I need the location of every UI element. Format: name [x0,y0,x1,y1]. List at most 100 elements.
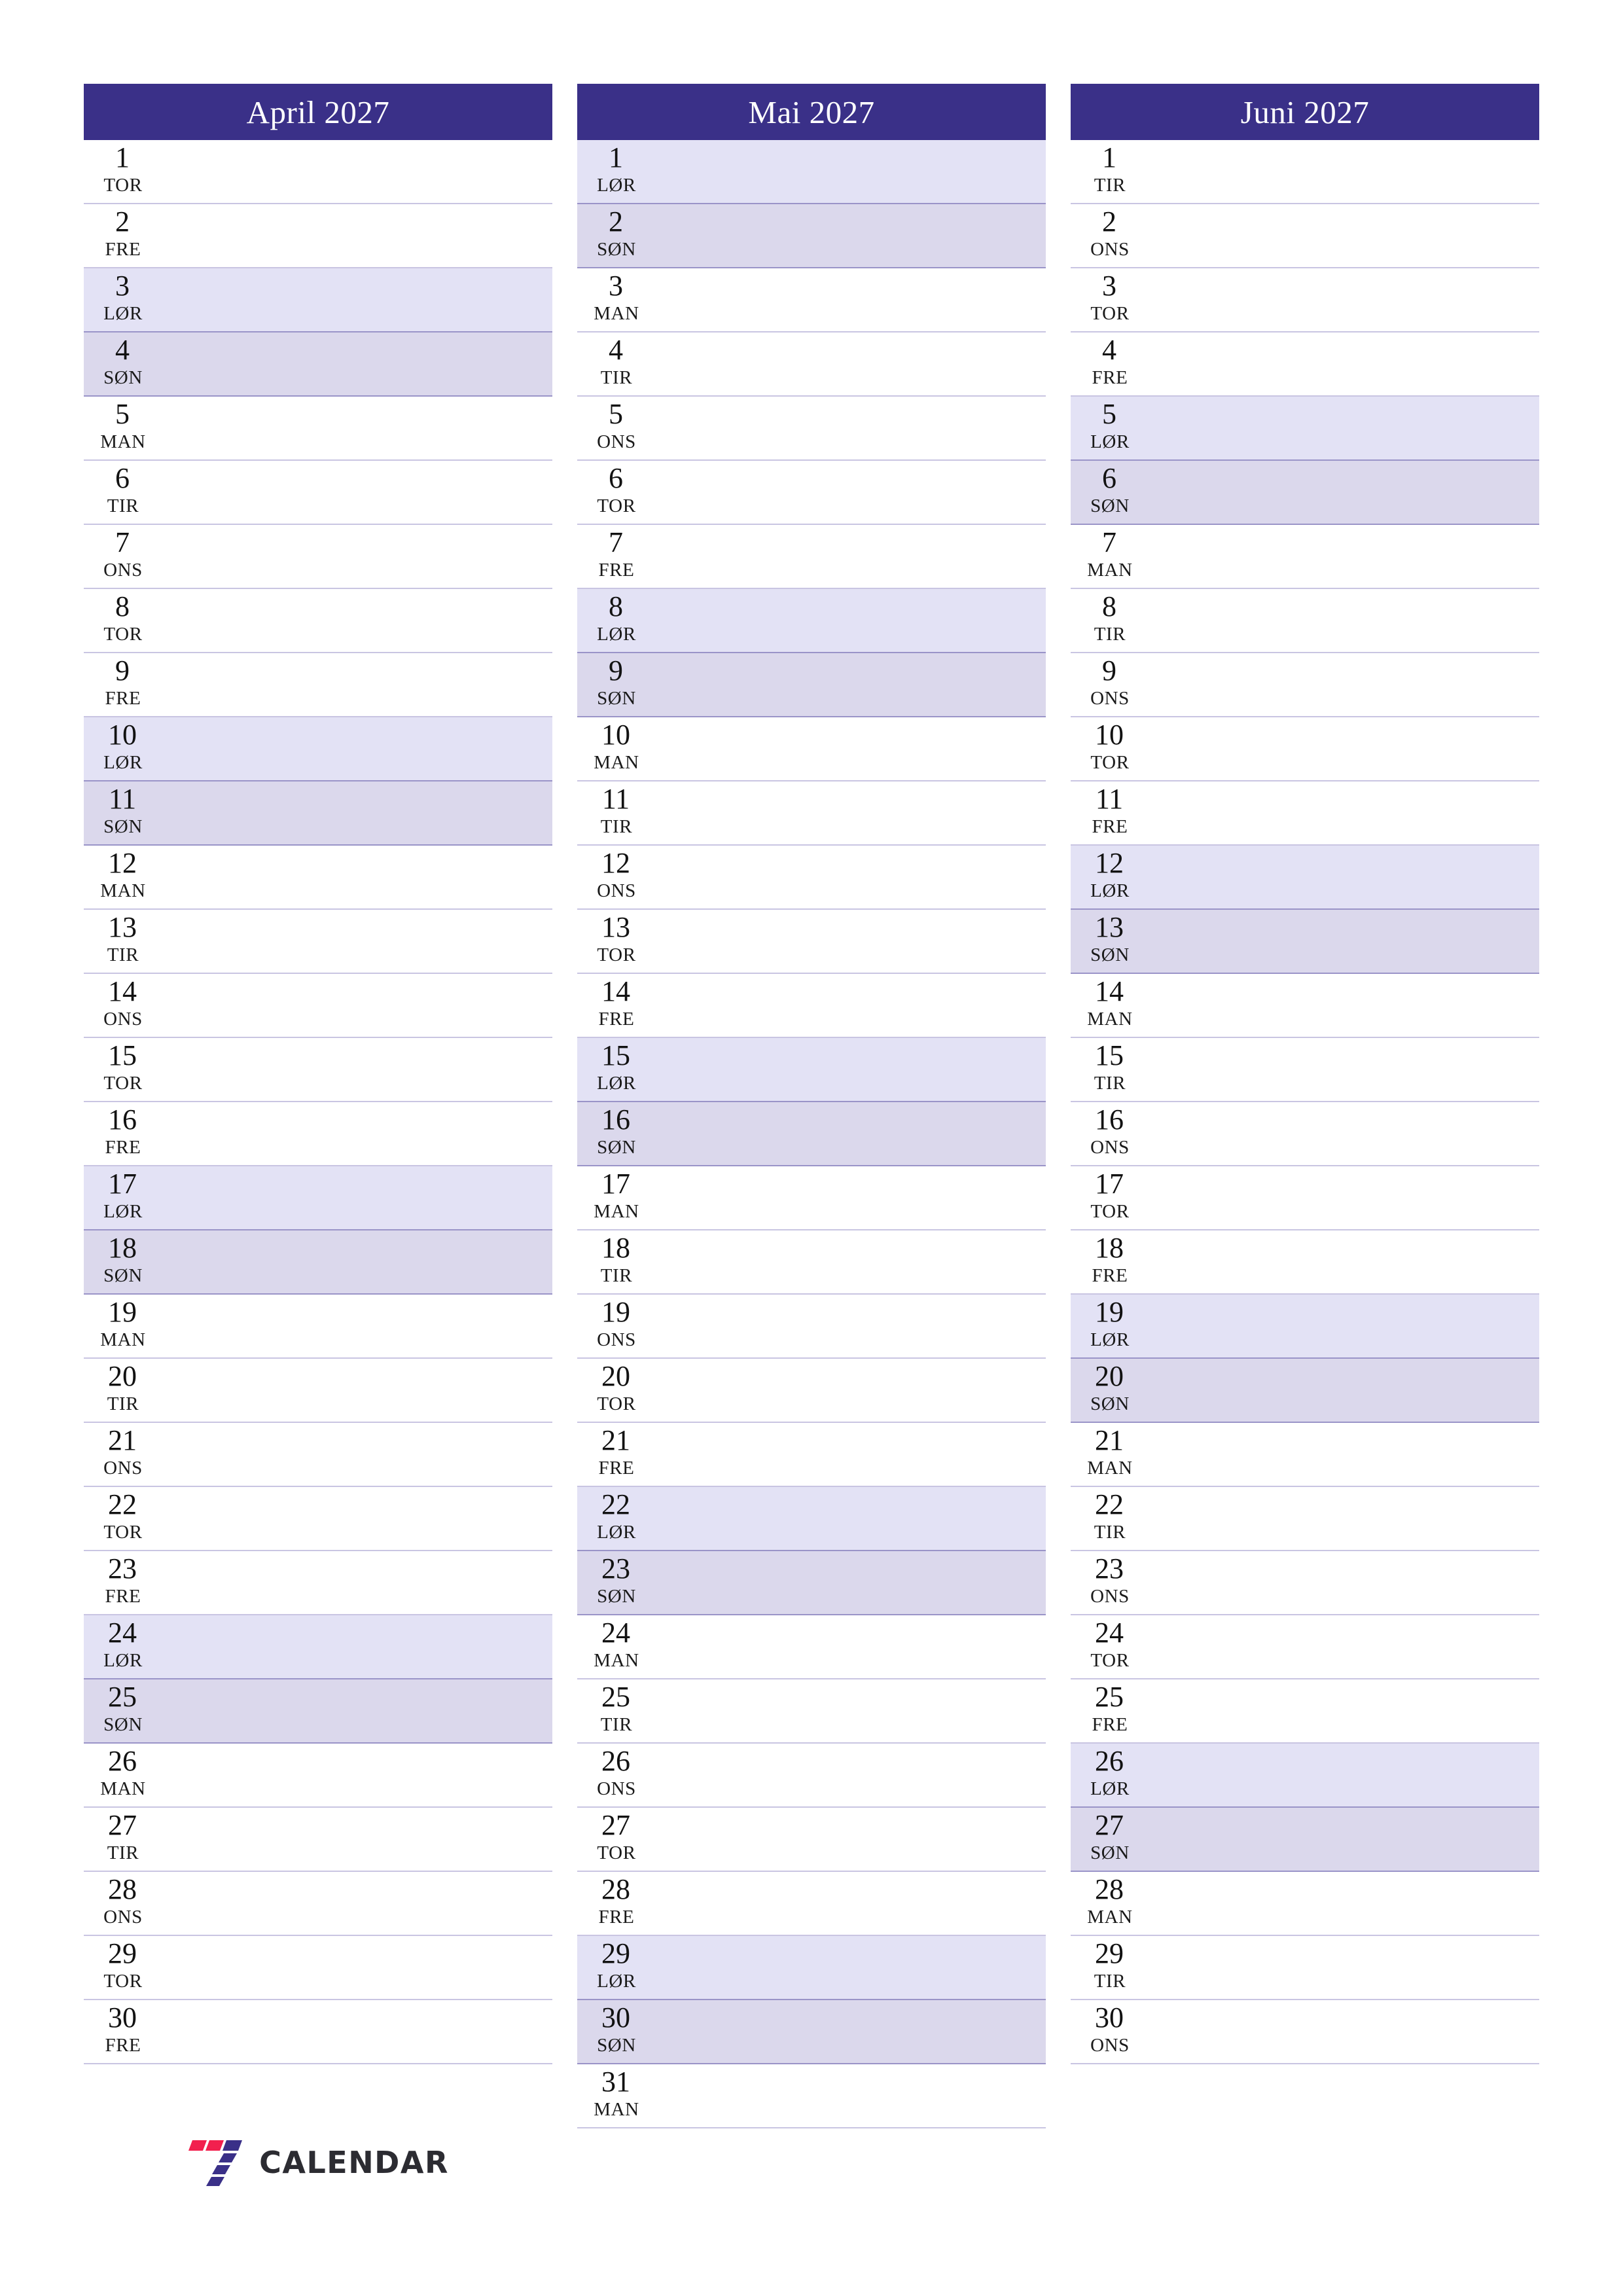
day-note-area[interactable] [1143,974,1539,1037]
day-note-area[interactable] [156,653,552,716]
day-note-area[interactable] [1143,268,1539,331]
day-note-area[interactable] [649,1102,1046,1165]
day-note-area[interactable] [156,140,552,203]
day-row[interactable]: 3 TOR [1071,268,1539,332]
day-note-area[interactable] [1143,1872,1539,1935]
day-row[interactable]: 14 MAN [1071,974,1539,1038]
day-row[interactable]: 28 FRE [577,1872,1046,1936]
day-note-area[interactable] [156,1423,552,1486]
day-row[interactable]: 12 LØR [1071,846,1539,910]
day-note-area[interactable] [649,846,1046,908]
day-row[interactable]: 4 FRE [1071,332,1539,397]
day-row[interactable]: 11 SØN [84,781,552,846]
day-row[interactable]: 20 TOR [577,1359,1046,1423]
day-row[interactable]: 28 ONS [84,1872,552,1936]
day-row[interactable]: 26 LØR [1071,1744,1539,1808]
day-row[interactable]: 16 ONS [1071,1102,1539,1166]
day-row[interactable]: 6 TOR [577,461,1046,525]
day-row[interactable]: 18 SØN [84,1230,552,1295]
day-note-area[interactable] [1143,1295,1539,1357]
day-row[interactable]: 23 FRE [84,1551,552,1615]
day-row[interactable]: 20 TIR [84,1359,552,1423]
day-row[interactable]: 7 ONS [84,525,552,589]
day-note-area[interactable] [156,525,552,588]
day-row[interactable]: 17 MAN [577,1166,1046,1230]
day-note-area[interactable] [156,2000,552,2063]
day-note-area[interactable] [156,1102,552,1165]
day-note-area[interactable] [649,2000,1046,2063]
day-row[interactable]: 9 ONS [1071,653,1539,717]
day-row[interactable]: 1 LØR [577,140,1046,204]
day-row[interactable]: 10 LØR [84,717,552,781]
day-row[interactable]: 30 SØN [577,2000,1046,2064]
day-note-area[interactable] [156,204,552,267]
day-note-area[interactable] [1143,397,1539,459]
day-row[interactable]: 28 MAN [1071,1872,1539,1936]
day-note-area[interactable] [649,717,1046,780]
day-row[interactable]: 9 FRE [84,653,552,717]
day-note-area[interactable] [649,1423,1046,1486]
day-note-area[interactable] [649,1230,1046,1293]
day-note-area[interactable] [1143,653,1539,716]
day-note-area[interactable] [649,204,1046,267]
day-row[interactable]: 29 LØR [577,1936,1046,2000]
day-row[interactable]: 10 MAN [577,717,1046,781]
day-row[interactable]: 26 MAN [84,1744,552,1808]
day-note-area[interactable] [1143,1102,1539,1165]
day-note-area[interactable] [1143,781,1539,844]
day-note-area[interactable] [649,1551,1046,1614]
day-note-area[interactable] [649,1038,1046,1101]
day-row[interactable]: 26 ONS [577,1744,1046,1808]
day-note-area[interactable] [1143,1615,1539,1678]
day-row[interactable]: 23 ONS [1071,1551,1539,1615]
day-note-area[interactable] [156,846,552,908]
day-row[interactable]: 16 SØN [577,1102,1046,1166]
day-note-area[interactable] [649,1487,1046,1550]
day-note-area[interactable] [1143,525,1539,588]
day-row[interactable]: 15 TOR [84,1038,552,1102]
day-row[interactable]: 21 FRE [577,1423,1046,1487]
day-note-area[interactable] [156,1487,552,1550]
day-note-area[interactable] [649,1936,1046,1999]
day-row[interactable]: 29 TIR [1071,1936,1539,2000]
day-row[interactable]: 29 TOR [84,1936,552,2000]
day-row[interactable]: 5 MAN [84,397,552,461]
day-row[interactable]: 8 LØR [577,589,1046,653]
day-row[interactable]: 6 TIR [84,461,552,525]
day-note-area[interactable] [649,1872,1046,1935]
day-row[interactable]: 2 FRE [84,204,552,268]
day-note-area[interactable] [1143,1038,1539,1101]
day-note-area[interactable] [1143,846,1539,908]
day-note-area[interactable] [649,397,1046,459]
day-note-area[interactable] [1143,1551,1539,1614]
day-row[interactable]: 22 TOR [84,1487,552,1551]
day-note-area[interactable] [649,1166,1046,1229]
day-note-area[interactable] [156,1295,552,1357]
day-note-area[interactable] [649,332,1046,395]
day-note-area[interactable] [1143,1359,1539,1422]
day-row[interactable]: 17 TOR [1071,1166,1539,1230]
day-note-area[interactable] [156,717,552,780]
day-row[interactable]: 24 TOR [1071,1615,1539,1679]
day-row[interactable]: 21 ONS [84,1423,552,1487]
day-row[interactable]: 7 FRE [577,525,1046,589]
day-row[interactable]: 25 FRE [1071,1679,1539,1744]
day-note-area[interactable] [649,140,1046,203]
day-note-area[interactable] [156,1744,552,1806]
day-note-area[interactable] [649,589,1046,652]
day-note-area[interactable] [1143,1230,1539,1293]
day-row[interactable]: 22 LØR [577,1487,1046,1551]
day-row[interactable]: 15 TIR [1071,1038,1539,1102]
day-note-area[interactable] [156,910,552,973]
day-note-area[interactable] [156,1808,552,1871]
day-row[interactable]: 19 ONS [577,1295,1046,1359]
day-note-area[interactable] [1143,204,1539,267]
day-row[interactable]: 8 TOR [84,589,552,653]
day-note-area[interactable] [1143,717,1539,780]
day-row[interactable]: 14 FRE [577,974,1046,1038]
day-row[interactable]: 4 TIR [577,332,1046,397]
day-note-area[interactable] [1143,1744,1539,1806]
day-note-area[interactable] [649,2064,1046,2127]
day-row[interactable]: 1 TIR [1071,140,1539,204]
day-note-area[interactable] [156,1872,552,1935]
